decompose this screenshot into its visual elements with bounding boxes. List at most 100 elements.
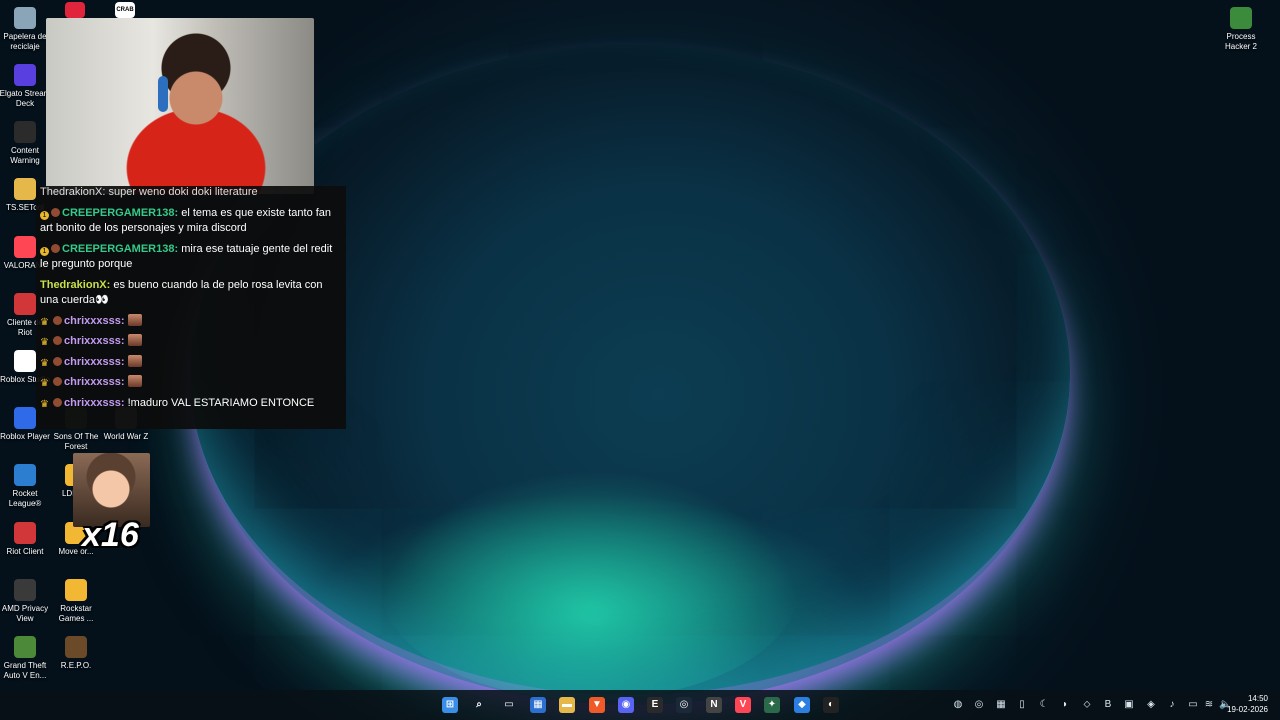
desktop: CRAB Papelera de reciclaje Elgato Stream …	[0, 0, 1280, 720]
riot-icon	[14, 293, 36, 315]
obs-icon[interactable]: ◐	[823, 697, 839, 713]
desktop-shortcut-label: Grand Theft Auto V En...	[3, 661, 47, 680]
recycle-bin-icon	[14, 7, 36, 29]
chat-username[interactable]: chrixxxsss	[64, 376, 121, 388]
start-button[interactable]: ⊞	[442, 697, 458, 713]
chat-message: ♛ chrixxxsss:	[36, 312, 346, 333]
tray-steam-icon[interactable]: ◎	[973, 699, 985, 711]
webcam-overlay	[46, 18, 314, 194]
chat-message: ♛ chrixxxsss: !maduro VAL ESTARIAMO ENTON…	[36, 394, 346, 415]
avatar-badge-icon	[53, 397, 62, 407]
app-icon-blue[interactable]: ◆	[794, 697, 810, 713]
chat-messages: 1 CREEPERGAMER138: el tema es que existe …	[36, 204, 346, 415]
chat-emote-icon	[127, 313, 142, 326]
desktop-shortcut[interactable]: Rockstar Games ...	[50, 579, 102, 624]
chat-message: ♛ chrixxxsss:	[36, 353, 346, 374]
tray-app-1-icon[interactable]: ◍	[952, 699, 964, 711]
desktop-shortcut-label: Rockstar Games ...	[58, 604, 94, 623]
chat-separator: :	[120, 396, 128, 409]
gta-v-icon	[14, 636, 36, 658]
desktop-shortcut-label: Rocket League®	[8, 489, 42, 508]
taskbar: ⊞ ⌕ ▭ ▦ ▬ ▼ ◉ E ◎ N V ✦ ◆ ◐ ◍ ◎ ▦ ▯ ☾ ◗ ⬦ B ▣ ◈ ♪ ▭ ≋ 🔈 14:50 19-0…	[0, 690, 1280, 720]
content-warning-icon	[14, 121, 36, 143]
avatar-badge-icon	[53, 315, 62, 325]
desktop-shortcut[interactable]: AMD Privacy View	[0, 579, 51, 624]
tray-app-4-icon[interactable]: ▯	[1016, 699, 1028, 711]
desktop-shortcut-label: Elgato Stream Deck	[0, 89, 51, 108]
desktop-shortcut-label: Papelera de reciclaje	[3, 32, 47, 51]
chat-username[interactable]: ThedrakionX	[40, 279, 107, 291]
chat-username[interactable]: CREEPERGAMER138	[62, 207, 174, 219]
desktop-shortcut[interactable]: Content Warning	[0, 121, 51, 166]
tray-app-10-icon[interactable]: ◈	[1145, 699, 1157, 711]
avatar-badge-icon	[53, 356, 62, 366]
chat-username[interactable]: chrixxxsss	[64, 356, 121, 368]
desktop-shortcut-label: AMD Privacy View	[1, 604, 49, 623]
stream-deck-icon	[14, 64, 36, 86]
emote-combo-count: x16	[82, 516, 139, 554]
chat-message: 1 CREEPERGAMER138: mira ese tatuaje gente…	[36, 240, 346, 276]
avatar-badge-icon	[53, 377, 62, 386]
chat-separator: :	[120, 355, 128, 368]
search-icon[interactable]: ⌕	[471, 697, 487, 713]
rocket-league-icon	[14, 464, 36, 486]
discord-icon[interactable]: ◉	[618, 697, 634, 713]
tray-mic-icon[interactable]: ♪	[1166, 699, 1178, 711]
tray-app-9-icon[interactable]: ▣	[1123, 699, 1135, 711]
avatar-badge-icon	[51, 207, 60, 217]
task-view-icon[interactable]: ▭	[501, 697, 517, 713]
desktop-shortcut[interactable]: Riot Client	[0, 522, 51, 557]
chat-separator: :	[120, 314, 128, 327]
chat-emote-icon	[127, 354, 142, 367]
tray-app-7-icon[interactable]: ⬦	[1081, 699, 1093, 711]
chat-message: ♛ chrixxxsss:	[36, 332, 346, 353]
brave-icon[interactable]: ▼	[589, 697, 605, 713]
app-icon[interactable]: ✦	[764, 697, 780, 713]
taskbar-clock[interactable]: 14:50 19-02-2026	[1227, 693, 1268, 715]
chat-message: ♛ chrixxxsss:	[36, 373, 346, 394]
desktop-shortcut-label: R.E.P.O.	[60, 661, 92, 670]
chat-text: !maduro VAL ESTARIAMO ENTONCE	[127, 396, 315, 409]
process-hacker-icon	[1230, 7, 1252, 29]
valorant-icon	[14, 236, 36, 258]
repo-icon	[65, 636, 87, 658]
notion-icon[interactable]: N	[706, 697, 722, 713]
epic-games-icon[interactable]: E	[647, 697, 663, 713]
chat-emote-icon	[127, 334, 142, 346]
steam-icon[interactable]: ◎	[676, 697, 692, 713]
desktop-shortcut[interactable]: Process Hacker 2	[1215, 7, 1267, 52]
chat-message: 1 CREEPERGAMER138: el tema es que existe …	[36, 204, 346, 240]
chat-username[interactable]: chrixxxsss	[64, 315, 121, 327]
roblox-icon	[14, 407, 36, 429]
chat-username[interactable]: chrixxxsss	[64, 397, 121, 409]
desktop-shortcut-label: Content Warning	[10, 146, 40, 165]
desktop-shortcut[interactable]: Elgato Stream Deck	[0, 64, 51, 109]
desktop-shortcut-label: Roblox Player	[0, 432, 50, 441]
tray-app-6-icon[interactable]: ◗	[1059, 699, 1071, 711]
desktop-shortcut[interactable]: Grand Theft Auto V En...	[0, 636, 51, 681]
store-icon[interactable]: ▦	[530, 697, 546, 713]
chat-separator: :	[120, 376, 128, 388]
desktop-shortcut[interactable]: Papelera de reciclaje	[0, 7, 51, 52]
chat-partial-message: ThedrakionX: super weno doki doki litera…	[40, 186, 258, 198]
tray-app-3-icon[interactable]: ▦	[995, 699, 1007, 711]
clock-date: 19-02-2026	[1227, 705, 1268, 714]
folder-icon	[14, 178, 36, 200]
crab-game-glyph: CRAB	[115, 2, 135, 18]
desktop-shortcut-label: Riot Client	[6, 547, 44, 556]
crown-badge-icon: ♛	[40, 357, 49, 369]
tray-app-8-icon[interactable]: B	[1102, 699, 1114, 711]
file-explorer-icon[interactable]: ▬	[559, 697, 575, 713]
chat-emote-icon	[127, 375, 142, 387]
tray-app-5-icon[interactable]: ☾	[1038, 699, 1050, 711]
clock-time: 14:50	[1247, 694, 1268, 703]
desktop-shortcut[interactable]: R.E.P.O.	[50, 636, 102, 671]
valorant-icon[interactable]: V	[735, 697, 751, 713]
tray-network-icon[interactable]: ▭	[1187, 699, 1199, 711]
chat-username[interactable]: CREEPERGAMER138	[62, 243, 174, 255]
crown-badge-icon: ♛	[40, 316, 49, 328]
desktop-shortcut[interactable]: Rocket League®	[0, 464, 51, 509]
chat-username[interactable]: chrixxxsss	[64, 335, 121, 347]
riot-client-icon	[14, 522, 36, 544]
tray-wifi-icon[interactable]: ≋	[1203, 699, 1215, 711]
